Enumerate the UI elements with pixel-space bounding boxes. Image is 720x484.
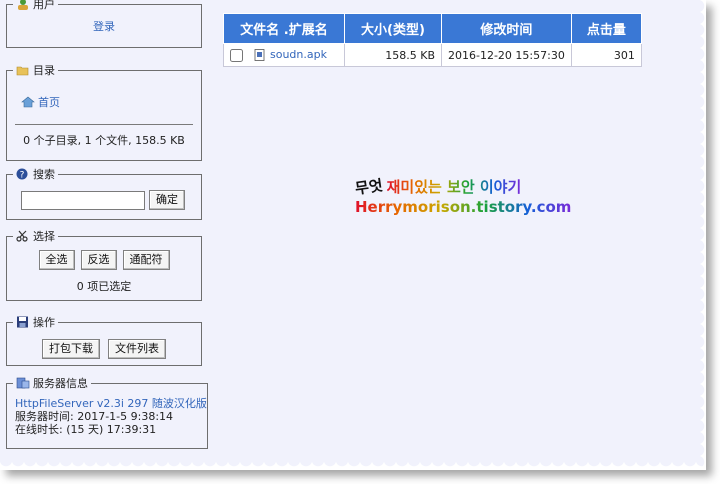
file-modified: 2016-12-20 15:57:30 xyxy=(441,43,572,67)
user-icon xyxy=(18,0,28,10)
server-icon xyxy=(16,377,30,389)
file-table-header: 文件名 .扩展名 大小(类型) 修改时间 点击量 xyxy=(223,13,642,44)
file-table: 文件名 .扩展名 大小(类型) 修改时间 点击量 soudn.apk 158.5… xyxy=(223,13,642,67)
server-info-panel: 服务器信息 HttpFileServer v2.3i 297 随波汉化版 服务器… xyxy=(6,375,208,449)
torn-edge-bottom xyxy=(0,460,706,470)
col-filename[interactable]: 文件名 .扩展名 xyxy=(223,13,345,44)
file-checkbox[interactable] xyxy=(230,48,243,62)
search-confirm-button[interactable]: 确定 xyxy=(149,190,185,210)
user-legend: 用户 xyxy=(33,0,55,11)
col-modified[interactable]: 修改时间 xyxy=(441,13,572,44)
help-icon: ? xyxy=(16,168,28,181)
blog-watermark: 무엇 재미있는 보안 이야기 Herrymorison.tistory.com xyxy=(353,176,572,216)
watermark-title: 재미있는 보안 이야기 xyxy=(386,178,522,196)
file-hits: 301 xyxy=(570,43,642,67)
hfs-version-link[interactable]: HttpFileServer v2.3i 297 随波汉化版 xyxy=(15,397,207,410)
file-link[interactable]: soudn.apk xyxy=(270,48,327,61)
home-label: 首页 xyxy=(38,96,60,109)
search-panel: ? 搜索 确定 xyxy=(6,166,202,220)
select-all-button[interactable]: 全选 xyxy=(38,250,75,270)
user-panel: 用户 登录 xyxy=(6,0,202,48)
save-icon xyxy=(17,316,28,328)
table-row: soudn.apk 158.5 KB 2016-12-20 15:57:30 3… xyxy=(223,43,642,67)
actions-panel: 操作 打包下载 文件列表 xyxy=(6,314,202,366)
select-legend: 选择 xyxy=(33,230,55,243)
server-info-legend: 服务器信息 xyxy=(33,377,88,390)
home-link[interactable]: 首页 xyxy=(21,94,60,110)
select-panel: 选择 全选 反选 通配符 0 项已选定 xyxy=(6,228,202,301)
server-time: 服务器时间: 2017-1-5 9:38:14 xyxy=(15,410,174,423)
hfs-page: 用户 登录 目录 首页 0 个子目录, 1 个文件, 158.5 KB ? 搜索… xyxy=(0,0,706,470)
col-hits[interactable]: 点击量 xyxy=(570,13,642,44)
home-icon xyxy=(21,96,35,108)
file-list-button[interactable]: 文件列表 xyxy=(108,339,166,359)
login-link[interactable]: 登录 xyxy=(93,20,115,33)
actions-legend: 操作 xyxy=(33,316,55,329)
selection-status: 0 项已选定 xyxy=(76,280,132,293)
search-legend: 搜索 xyxy=(33,168,55,181)
invert-selection-button[interactable]: 反选 xyxy=(80,250,117,270)
directory-summary: 0 个子目录, 1 个文件, 158.5 KB xyxy=(23,134,185,147)
watermark-url: Herrymorison.tistory.com xyxy=(355,198,572,216)
folder-open-icon xyxy=(16,66,29,76)
file-size: 158.5 KB xyxy=(344,43,442,67)
torn-edge-right xyxy=(698,0,706,470)
archive-download-button[interactable]: 打包下载 xyxy=(42,339,100,359)
directory-panel: 目录 首页 0 个子目录, 1 个文件, 158.5 KB xyxy=(6,62,202,161)
directory-divider xyxy=(15,124,193,125)
directory-legend: 目录 xyxy=(33,64,55,77)
file-icon xyxy=(254,49,264,62)
wildcard-button[interactable]: 通配符 xyxy=(122,250,170,270)
file-name-cell: soudn.apk xyxy=(223,43,345,67)
svg-text:?: ? xyxy=(20,171,25,181)
watermark-logo: 무엇 xyxy=(353,176,384,198)
scissors-icon xyxy=(16,230,28,242)
uptime: 在线时长: (15 天) 17:39:31 xyxy=(15,423,157,436)
search-input[interactable] xyxy=(21,190,145,210)
col-size[interactable]: 大小(类型) xyxy=(344,13,442,44)
